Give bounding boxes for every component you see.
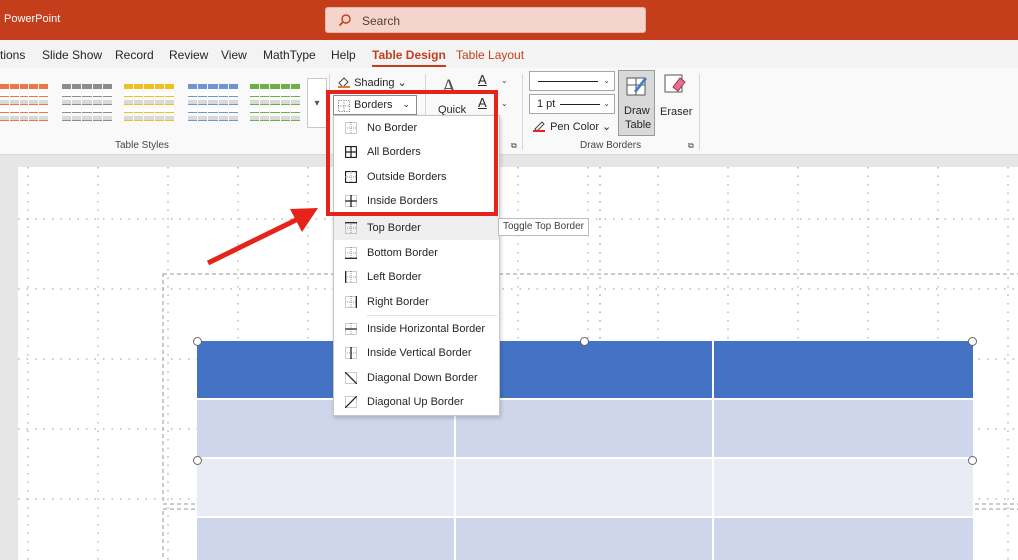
table-styles-group-label: Table Styles xyxy=(115,140,169,151)
pen-color-label: Pen Color xyxy=(550,121,599,133)
draw-table-button[interactable]: Draw Table xyxy=(618,70,655,136)
borders-menu-item-label: Inside Horizontal Border xyxy=(367,323,486,335)
diagonal-down-border-icon xyxy=(344,371,358,389)
tab-record[interactable]: Record xyxy=(115,48,154,62)
table-style-swatch[interactable] xyxy=(62,84,113,122)
borders-menu-item-label: Left Border xyxy=(367,271,422,283)
top-border-icon xyxy=(345,221,357,239)
gallery-more-button[interactable]: ▾ xyxy=(307,78,327,128)
draw-table-icon xyxy=(626,77,647,96)
table-row-divider xyxy=(197,398,973,400)
eraser-label: Eraser xyxy=(660,106,693,118)
borders-menu-item[interactable]: Inside Horizontal Border xyxy=(334,317,499,341)
diagonal-up-border-icon xyxy=(344,395,358,413)
pen-icon xyxy=(533,121,545,132)
draw-borders-group-label: Draw Borders xyxy=(580,140,642,151)
ribbon: ▾ Table Styles Shading ⌄ Borders ⌄ A Qui… xyxy=(0,68,1018,155)
table-row-divider xyxy=(197,457,973,459)
left-border-icon xyxy=(345,270,357,288)
pen-color-button[interactable]: Pen Color ⌄ xyxy=(533,120,611,133)
bottom-border-icon xyxy=(345,246,357,264)
resize-handle[interactable] xyxy=(580,337,589,346)
chevron-down-icon[interactable]: ⌄ xyxy=(501,76,508,85)
table-row-divider xyxy=(197,516,973,518)
borders-menu-item-label: Right Border xyxy=(367,296,429,308)
inside-vertical-border-icon xyxy=(345,346,357,364)
borders-menu-item[interactable]: Bottom Border xyxy=(334,241,499,265)
title-bar: PowerPoint Search xyxy=(0,0,1018,40)
borders-menu-item[interactable]: Diagonal Up Border xyxy=(334,390,499,414)
search-box[interactable]: Search xyxy=(325,7,646,33)
tab-help[interactable]: Help xyxy=(331,48,356,62)
borders-menu-item[interactable]: Top Border xyxy=(334,216,499,240)
tab-mathtype[interactable]: MathType xyxy=(263,48,316,62)
borders-menu-item-label: Top Border xyxy=(367,222,421,234)
pen-weight-value: 1 pt xyxy=(537,98,556,110)
tab-slide-show[interactable]: Slide Show xyxy=(42,48,102,62)
resize-handle[interactable] xyxy=(968,456,977,465)
borders-menu-item[interactable]: Left Border xyxy=(334,265,499,289)
borders-menu-item[interactable]: Diagonal Down Border xyxy=(334,366,499,390)
dialog-launcher-icon[interactable]: ⧉ xyxy=(511,141,517,151)
eraser-icon xyxy=(664,74,686,93)
shading-label: Shading xyxy=(354,77,395,89)
dialog-launcher-icon[interactable]: ⧉ xyxy=(688,141,694,151)
group-separator xyxy=(699,74,700,150)
group-separator xyxy=(522,74,523,150)
right-border-icon xyxy=(345,295,357,313)
table-row[interactable] xyxy=(197,517,973,560)
text-fill-icon[interactable]: A xyxy=(478,72,487,87)
inside-horizontal-border-icon xyxy=(345,322,357,340)
tooltip: Toggle Top Border xyxy=(498,218,589,236)
tab-view[interactable]: View xyxy=(221,48,247,62)
chevron-down-icon: ⌄ xyxy=(603,76,610,85)
table-column-divider xyxy=(454,399,456,560)
draw-table-label-2: Table xyxy=(625,119,652,131)
borders-menu-item[interactable]: Inside Vertical Border xyxy=(334,341,499,365)
borders-menu-item-label: Diagonal Down Border xyxy=(367,372,478,384)
resize-handle[interactable] xyxy=(193,337,202,346)
table-row[interactable] xyxy=(197,399,973,457)
shading-icon xyxy=(338,77,350,88)
tab-review[interactable]: Review xyxy=(169,48,208,62)
table-style-swatch[interactable] xyxy=(250,84,301,122)
shading-button[interactable]: Shading ⌄ xyxy=(337,76,407,89)
tab-table-design[interactable]: Table Design xyxy=(372,48,446,67)
chevron-down-icon[interactable]: ⌄ xyxy=(501,99,508,108)
slide-table[interactable] xyxy=(197,341,973,560)
tab-table-layout[interactable]: Table Layout xyxy=(456,48,524,62)
draw-table-label-1: Draw xyxy=(624,105,650,117)
resize-handle[interactable] xyxy=(193,456,202,465)
table-row[interactable] xyxy=(197,458,973,516)
table-column-divider xyxy=(712,341,714,560)
search-label: Search xyxy=(362,14,401,28)
search-icon xyxy=(338,13,352,32)
table-header-row[interactable] xyxy=(197,341,973,399)
app-title: PowerPoint xyxy=(4,13,61,25)
eraser-button[interactable]: Eraser xyxy=(659,70,693,130)
pen-weight-select[interactable]: 1 pt ⌄ xyxy=(529,94,615,114)
borders-menu-item[interactable]: Right Border xyxy=(334,290,499,314)
pen-style-select[interactable]: ⌄ xyxy=(529,71,615,91)
borders-menu-item-label: Diagonal Up Border xyxy=(367,396,464,408)
menu-separator xyxy=(367,315,497,316)
table-style-swatch[interactable] xyxy=(124,84,175,122)
borders-menu-item-label: Inside Vertical Border xyxy=(367,347,472,359)
table-style-swatch[interactable] xyxy=(188,84,239,122)
tab-animations[interactable]: tions xyxy=(0,48,25,62)
highlight-box xyxy=(326,90,498,216)
table-style-swatch[interactable] xyxy=(0,84,48,122)
borders-menu-item-label: Bottom Border xyxy=(367,247,438,259)
resize-handle[interactable] xyxy=(968,337,977,346)
chevron-down-icon: ⌄ xyxy=(603,99,610,108)
ribbon-tabs: tions Slide Show Record Review View Math… xyxy=(0,40,1018,68)
